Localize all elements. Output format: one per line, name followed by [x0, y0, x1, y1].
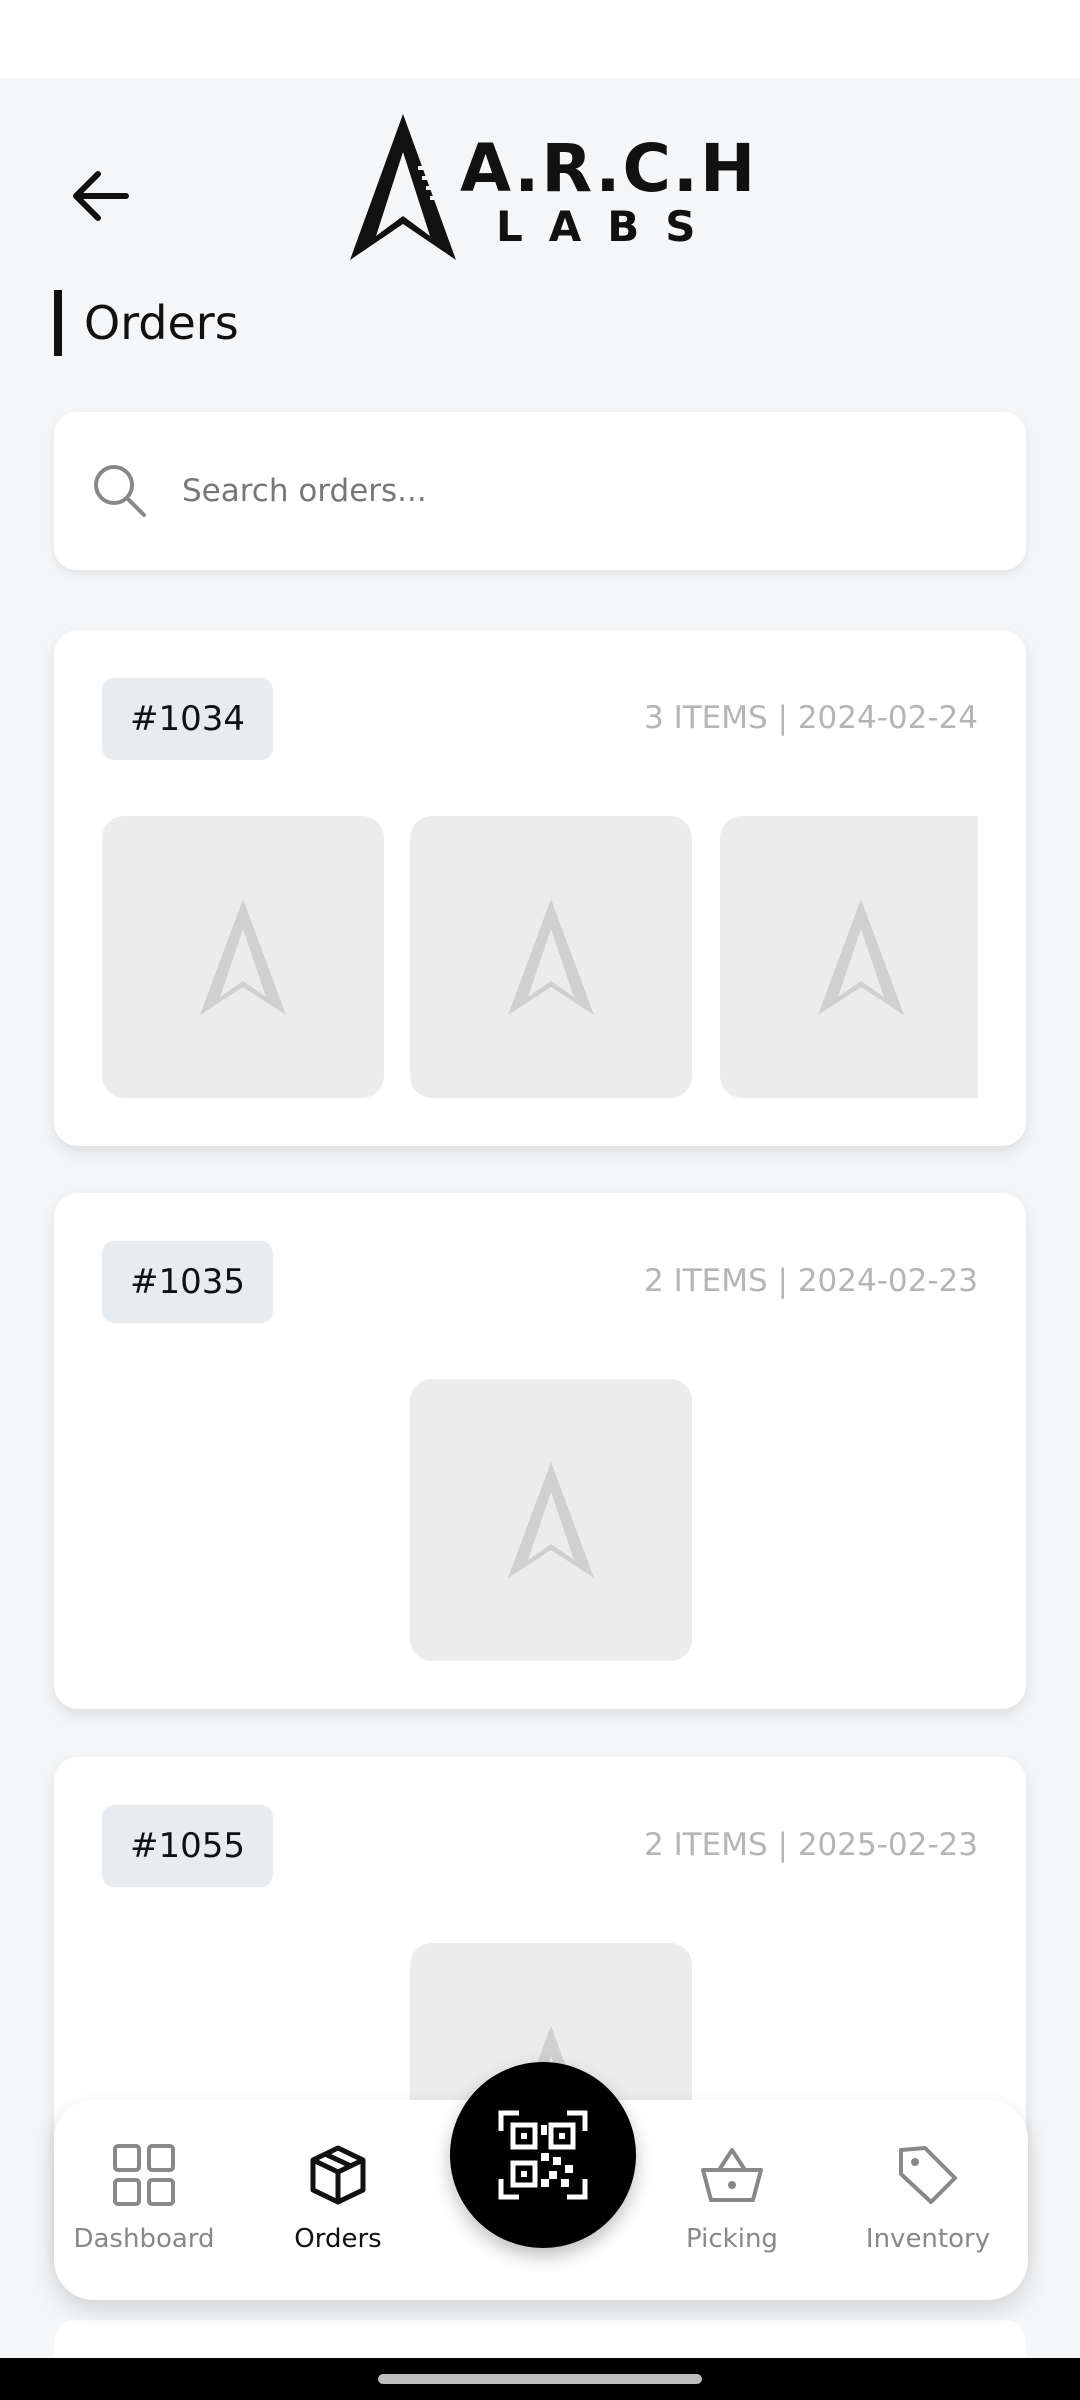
- box-icon: [310, 2145, 366, 2205]
- grid-icon: [113, 2144, 175, 2206]
- search-input[interactable]: [180, 472, 964, 510]
- nav-dashboard[interactable]: Dashboard: [54, 2142, 234, 2254]
- nav-picking-label: Picking: [686, 2224, 778, 2254]
- product-thumbnail[interactable]: [410, 1379, 692, 1661]
- nav-inventory[interactable]: Inventory: [838, 2142, 1018, 2254]
- nav-orders[interactable]: Orders: [248, 2142, 428, 2254]
- placeholder-logo-icon: [818, 899, 904, 1015]
- page-title: Orders: [54, 290, 239, 356]
- title-accent-bar: [54, 290, 62, 356]
- qr-code-icon: [498, 2110, 588, 2200]
- order-thumbnails: [102, 1379, 978, 1661]
- arrowhead-logo-mark: [350, 114, 456, 260]
- order-thumbnails: [102, 816, 978, 1098]
- placeholder-logo-icon: [508, 899, 594, 1015]
- arrow-left-icon: [73, 171, 129, 221]
- nav-picking[interactable]: Picking: [642, 2142, 822, 2254]
- app-header: A.R.C.H LABS: [0, 78, 1080, 293]
- basket-icon: [701, 2148, 763, 2202]
- order-meta: 2 ITEMS | 2025-02-23: [644, 1827, 978, 1863]
- order-meta: 3 ITEMS | 2024-02-24: [644, 700, 978, 736]
- search-bar[interactable]: [54, 412, 1026, 570]
- back-button[interactable]: [62, 158, 138, 234]
- product-thumbnail[interactable]: [102, 816, 384, 1098]
- page-title-text: Orders: [84, 296, 239, 350]
- nav-orders-label: Orders: [294, 2224, 382, 2254]
- placeholder-logo-icon: [508, 1462, 594, 1578]
- order-id-badge: #1034: [102, 678, 274, 760]
- order-id-badge: #1055: [102, 1805, 274, 1887]
- tag-icon: [899, 2146, 957, 2204]
- product-thumbnail[interactable]: [410, 816, 692, 1098]
- order-card[interactable]: #1035 2 ITEMS | 2024-02-23: [54, 1193, 1026, 1709]
- logo-line1: A.R.C.H: [460, 130, 758, 207]
- nav-inventory-label: Inventory: [865, 2224, 991, 2254]
- home-indicator[interactable]: [378, 2374, 702, 2384]
- search-icon: [94, 465, 146, 517]
- arch-labs-logo: A.R.C.H LABS: [348, 112, 755, 262]
- status-bar: [0, 0, 1080, 78]
- logo-line2: LABS: [496, 202, 722, 251]
- nav-dashboard-label: Dashboard: [73, 2224, 215, 2254]
- product-thumbnail[interactable]: [720, 816, 978, 1098]
- placeholder-logo-icon: [200, 899, 286, 1015]
- scan-qr-button[interactable]: [450, 2062, 636, 2248]
- order-meta: 2 ITEMS | 2024-02-23: [644, 1263, 978, 1299]
- order-id-badge: #1035: [102, 1241, 274, 1323]
- order-card[interactable]: #1034 3 ITEMS | 2024-02-24: [54, 630, 1026, 1146]
